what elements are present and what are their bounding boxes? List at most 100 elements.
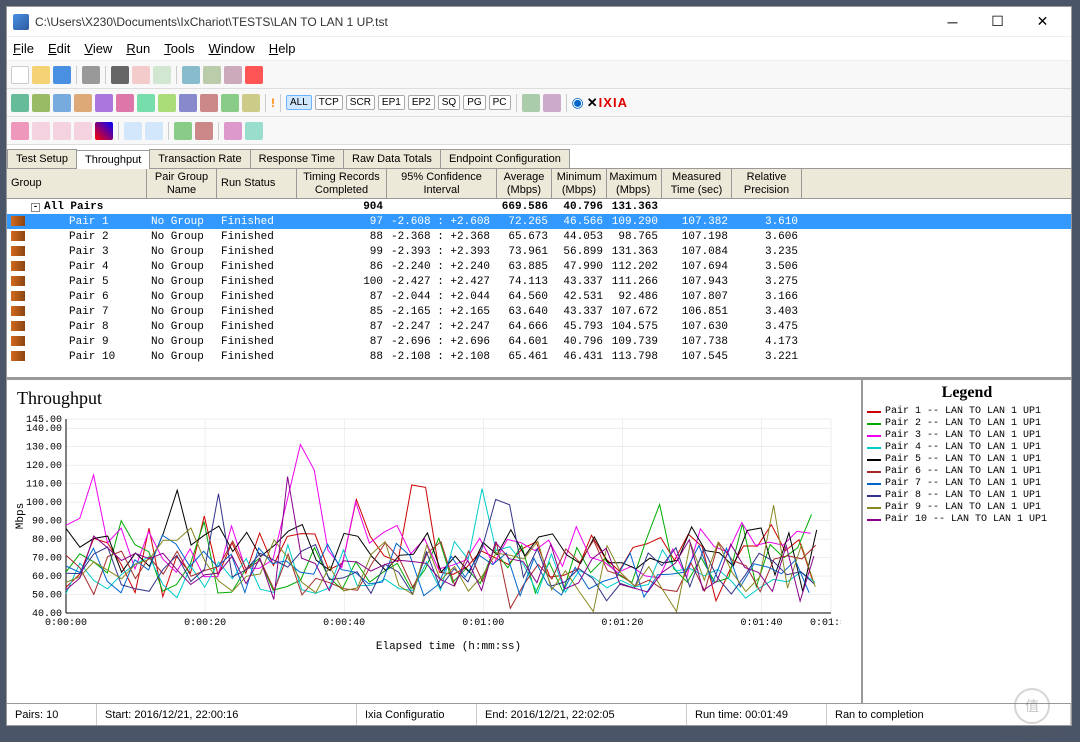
tool-2j-icon[interactable]: [200, 94, 218, 112]
col-minimum[interactable]: Minimum (Mbps): [552, 169, 607, 198]
filter-sq-button[interactable]: SQ: [438, 95, 460, 110]
tab-response-time[interactable]: Response Time: [250, 149, 344, 168]
legend-label: Pair 3 -- LAN TO LAN 1 UP1: [885, 430, 1041, 442]
close-button[interactable]: ✕: [1020, 8, 1065, 36]
tool-2d-icon[interactable]: [74, 94, 92, 112]
legend-item[interactable]: Pair 1 -- LAN TO LAN 1 UP1: [867, 406, 1067, 418]
tool-2l-icon[interactable]: [242, 94, 260, 112]
legend-item[interactable]: Pair 10 -- LAN TO LAN 1 UP1: [867, 514, 1067, 526]
tool-3h-icon[interactable]: [174, 122, 192, 140]
tool-2i-icon[interactable]: [179, 94, 197, 112]
col-timing-records[interactable]: Timing Records Completed: [297, 169, 387, 198]
tool-3i-icon[interactable]: [195, 122, 213, 140]
separator: [76, 66, 77, 84]
legend-item[interactable]: Pair 8 -- LAN TO LAN 1 UP1: [867, 490, 1067, 502]
menu-help[interactable]: Help: [269, 41, 296, 56]
legend-item[interactable]: Pair 9 -- LAN TO LAN 1 UP1: [867, 502, 1067, 514]
tool-3d-icon[interactable]: [74, 122, 92, 140]
col-maximum[interactable]: Maximum (Mbps): [607, 169, 662, 198]
tool-2f-icon[interactable]: [116, 94, 134, 112]
table-row[interactable]: Pair 9No GroupFinished87-2.696 : +2.6966…: [7, 334, 1071, 349]
tool-2n-icon[interactable]: [543, 94, 561, 112]
tab-test-setup[interactable]: Test Setup: [7, 149, 77, 168]
tab-raw-data-totals[interactable]: Raw Data Totals: [343, 149, 441, 168]
legend-item[interactable]: Pair 2 -- LAN TO LAN 1 UP1: [867, 418, 1067, 430]
table-row[interactable]: Pair 7No GroupFinished85-2.165 : +2.1656…: [7, 304, 1071, 319]
legend-item[interactable]: Pair 7 -- LAN TO LAN 1 UP1: [867, 478, 1067, 490]
legend-item[interactable]: Pair 6 -- LAN TO LAN 1 UP1: [867, 466, 1067, 478]
table-row[interactable]: Pair 6No GroupFinished87-2.044 : +2.0446…: [7, 289, 1071, 304]
tool-2b-icon[interactable]: [32, 94, 50, 112]
delete-icon[interactable]: [245, 66, 263, 84]
tool-3j-icon[interactable]: [224, 122, 242, 140]
titlebar[interactable]: C:\Users\X230\Documents\IxChariot\TESTS\…: [7, 7, 1071, 37]
filter-ep2-button[interactable]: EP2: [408, 95, 435, 110]
copy-icon[interactable]: [203, 66, 221, 84]
filter-tcp-button[interactable]: TCP: [315, 95, 343, 110]
tab-throughput[interactable]: Throughput: [76, 150, 150, 169]
col-run-status[interactable]: Run Status: [217, 169, 297, 198]
open-icon[interactable]: [32, 66, 50, 84]
table-row[interactable]: Pair 1No GroupFinished97-2.608 : +2.6087…: [7, 214, 1071, 229]
separator: [516, 94, 517, 112]
tool-2k-icon[interactable]: [221, 94, 239, 112]
grid-body[interactable]: -All Pairs 904 669.586 40.796 131.363 Pa…: [7, 199, 1071, 379]
minimize-button[interactable]: ─: [930, 8, 975, 36]
add-pair-icon[interactable]: [182, 66, 200, 84]
tool-2m-icon[interactable]: [522, 94, 540, 112]
run-icon[interactable]: [111, 66, 129, 84]
filter-scr-button[interactable]: SCR: [346, 95, 375, 110]
table-row[interactable]: Pair 8No GroupFinished87-2.247 : +2.2476…: [7, 319, 1071, 334]
tool-3a-icon[interactable]: [11, 122, 29, 140]
paste-icon[interactable]: [224, 66, 242, 84]
throughput-chart[interactable]: 40.0050.0060.0070.0080.0090.00100.00110.…: [11, 413, 841, 653]
table-row[interactable]: Pair 10No GroupFinished88-2.108 : +2.108…: [7, 349, 1071, 364]
stop-icon[interactable]: [132, 66, 150, 84]
row-all-pairs[interactable]: -All Pairs 904 669.586 40.796 131.363: [7, 199, 1071, 214]
col-relative-precision[interactable]: Relative Precision: [732, 169, 802, 198]
filter-all-button[interactable]: ALL: [286, 95, 312, 110]
tool-2a-icon[interactable]: [11, 94, 29, 112]
info-icon[interactable]: !: [271, 96, 275, 110]
table-row[interactable]: Pair 5No GroupFinished100-2.427 : +2.427…: [7, 274, 1071, 289]
legend-item[interactable]: Pair 5 -- LAN TO LAN 1 UP1: [867, 454, 1067, 466]
new-icon[interactable]: [11, 66, 29, 84]
col-pair-group-name[interactable]: Pair Group Name: [147, 169, 217, 198]
collapse-icon[interactable]: -: [31, 203, 40, 212]
save-icon[interactable]: [53, 66, 71, 84]
menu-edit[interactable]: Edit: [48, 41, 70, 56]
tool-2e-icon[interactable]: [95, 94, 113, 112]
tool-3b-icon[interactable]: [32, 122, 50, 140]
col-group[interactable]: Group: [7, 169, 147, 198]
tab-transaction-rate[interactable]: Transaction Rate: [149, 149, 250, 168]
filter-pc-button[interactable]: PC: [489, 95, 511, 110]
table-row[interactable]: Pair 2No GroupFinished88-2.368 : +2.3686…: [7, 229, 1071, 244]
menu-window[interactable]: Window: [209, 41, 255, 56]
print-icon[interactable]: [82, 66, 100, 84]
col-confidence-interval[interactable]: 95% Confidence Interval: [387, 169, 497, 198]
col-average[interactable]: Average (Mbps): [497, 169, 552, 198]
tool-3f-icon[interactable]: [124, 122, 142, 140]
menu-view[interactable]: View: [84, 41, 112, 56]
table-row[interactable]: Pair 4No GroupFinished86-2.240 : +2.2406…: [7, 259, 1071, 274]
pause-icon[interactable]: [153, 66, 171, 84]
help-icon[interactable]: ◉: [572, 94, 584, 111]
legend-item[interactable]: Pair 4 -- LAN TO LAN 1 UP1: [867, 442, 1067, 454]
table-row[interactable]: Pair 3No GroupFinished99-2.393 : +2.3937…: [7, 244, 1071, 259]
filter-pg-button[interactable]: PG: [463, 95, 485, 110]
maximize-button[interactable]: ☐: [975, 8, 1020, 36]
tab-endpoint-config[interactable]: Endpoint Configuration: [440, 149, 570, 168]
col-measured-time[interactable]: Measured Time (sec): [662, 169, 732, 198]
menu-run[interactable]: Run: [126, 41, 150, 56]
tool-2h-icon[interactable]: [158, 94, 176, 112]
tool-3e-icon[interactable]: [95, 122, 113, 140]
tool-3g-icon[interactable]: [145, 122, 163, 140]
tool-3k-icon[interactable]: [245, 122, 263, 140]
tool-2g-icon[interactable]: [137, 94, 155, 112]
tool-3c-icon[interactable]: [53, 122, 71, 140]
menu-tools[interactable]: Tools: [164, 41, 194, 56]
filter-ep1-button[interactable]: EP1: [378, 95, 405, 110]
tool-2c-icon[interactable]: [53, 94, 71, 112]
menu-file[interactable]: File: [13, 41, 34, 56]
legend-item[interactable]: Pair 3 -- LAN TO LAN 1 UP1: [867, 430, 1067, 442]
